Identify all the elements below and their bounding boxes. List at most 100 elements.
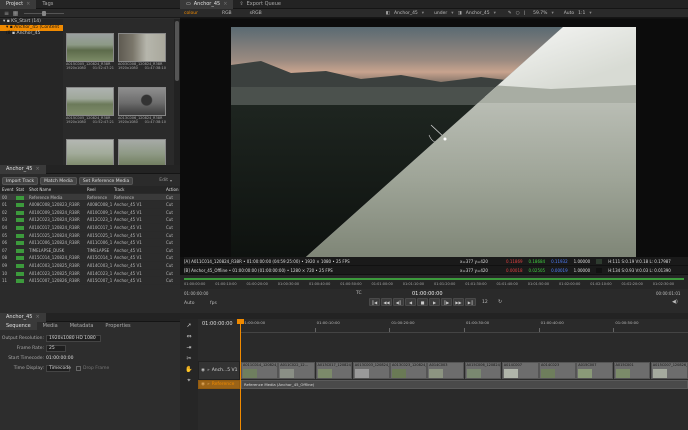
go-to-start-icon[interactable]: ┃◀ bbox=[369, 298, 380, 306]
tab-metadata[interactable]: Metadata bbox=[64, 322, 100, 330]
loop-icon[interactable]: ↻ bbox=[498, 299, 502, 305]
close-icon[interactable]: × bbox=[35, 165, 39, 174]
vertical-bar-icon[interactable]: | bbox=[524, 11, 526, 16]
playback-auto-select[interactable]: Auto bbox=[184, 301, 194, 306]
set-reference-media-button[interactable]: Set Reference Media bbox=[78, 176, 134, 185]
chevron-down-icon[interactable]: ▾ bbox=[589, 11, 591, 16]
circle-icon[interactable]: ○ bbox=[516, 11, 520, 16]
slider-handle[interactable] bbox=[42, 11, 46, 16]
tab-sequence-anchor-45[interactable]: Anchor_45 × bbox=[0, 312, 46, 322]
timeline-tc-readout[interactable]: 01:00:00:00 bbox=[202, 321, 233, 327]
table-row[interactable]: 00 Reference Media Reference Reference Cut bbox=[0, 193, 180, 202]
close-icon[interactable]: × bbox=[35, 313, 39, 322]
timeline-clip[interactable]: A011C022_12... bbox=[278, 362, 315, 379]
tab-sequence[interactable]: Sequence bbox=[0, 322, 37, 330]
tab-tags[interactable]: Tags bbox=[36, 0, 59, 9]
drop-frame-checkbox[interactable] bbox=[76, 365, 81, 371]
playhead-handle[interactable] bbox=[237, 319, 244, 324]
rewind-icon[interactable]: ◀◀ bbox=[381, 298, 392, 306]
reference-clip[interactable]: Reference Media (Anchor_45_Offline) bbox=[241, 380, 688, 389]
output-resolution-select[interactable]: 1920x1080 HD 1080 bbox=[46, 334, 101, 342]
ripple-tool-icon[interactable]: ⇥ bbox=[186, 344, 191, 351]
ratio-select[interactable]: 1:1 bbox=[578, 11, 585, 16]
frame-rate-select[interactable]: 25 bbox=[46, 344, 66, 352]
razor-tool-icon[interactable]: ✂ bbox=[186, 355, 191, 362]
thumbnail-item[interactable]: A003C008_120824_R38R 1920x1080 01:47:38:… bbox=[118, 33, 166, 82]
timeline-clip[interactable]: A015C007_120826_R38R bbox=[650, 362, 688, 379]
expand-icon[interactable]: » bbox=[207, 368, 210, 373]
tab-properties[interactable]: Properties bbox=[99, 322, 136, 330]
fast-forward-icon[interactable]: ▶▶ bbox=[453, 298, 464, 306]
timeline-clip[interactable]: A013C023_120824_R38R bbox=[390, 362, 427, 379]
current-tc[interactable]: 01:00:00:00 bbox=[412, 291, 443, 297]
timeline-clip[interactable]: A015C006_120824_R38 bbox=[464, 362, 502, 379]
snap-icon[interactable]: ⌖ bbox=[187, 377, 190, 385]
rgb-button[interactable]: RGB bbox=[222, 11, 232, 16]
scrollbar-thumb[interactable] bbox=[175, 21, 179, 81]
table-row[interactable]: 02 A010C009_120824_R38R A010C009_120824Anc… bbox=[0, 209, 180, 217]
timeline-ruler[interactable]: 01:00:00:00 01:00:10:00 01:00:20:00 01:00:3… bbox=[240, 319, 688, 333]
tab-media[interactable]: Media bbox=[37, 322, 64, 330]
track-header-v1[interactable]: ◉ » Anch...5 V1 bbox=[198, 361, 240, 380]
close-icon[interactable]: × bbox=[223, 0, 227, 9]
table-row[interactable]: 10 A014C023_120825_R38R A014C023_120825Anc… bbox=[0, 270, 180, 278]
chevron-down-icon[interactable]: ▾ bbox=[422, 11, 424, 16]
source-a-select[interactable]: Anchor_45 bbox=[394, 11, 418, 16]
start-timecode-field[interactable]: 01:00:00:00 bbox=[46, 356, 73, 361]
table-row[interactable]: 08 A015C014_120824_R38R A015C014_120824Anc… bbox=[0, 254, 180, 262]
select-tool-icon[interactable]: ➚ bbox=[186, 322, 191, 329]
thumbnail-item[interactable]: A013C006_120824_R38R 1920x1080 01:47:38:… bbox=[118, 87, 166, 136]
timeline-clip[interactable]: A013C003_120824_R38R bbox=[352, 362, 390, 379]
tab-viewer-anchor-45[interactable]: ▭ Anchor_45 × bbox=[180, 0, 234, 9]
viewer-scrub-bar[interactable]: 01:00:00:00 01:00:10:00 01:00:20:00 01:00:3… bbox=[180, 275, 688, 289]
chevron-down-icon[interactable]: ▾ bbox=[551, 11, 553, 16]
tab-project[interactable]: Project × bbox=[0, 0, 37, 9]
thumbnail-item[interactable]: A015C005_120824_R38R 1920x1080 01:52:47:… bbox=[66, 87, 114, 136]
play-icon[interactable]: ▶ bbox=[429, 298, 440, 306]
stop-icon[interactable]: ■ bbox=[417, 298, 428, 306]
table-row[interactable]: 03 A012C023_120824_R38R A012C023_120824Anc… bbox=[0, 216, 180, 224]
zoom-value[interactable]: 59.7% bbox=[533, 11, 547, 16]
grid-view-icon[interactable]: ▦ bbox=[12, 10, 19, 17]
volume-icon[interactable]: ◀) bbox=[672, 299, 678, 305]
timeline-clip[interactable]: A013C017_120824_R38R bbox=[315, 362, 353, 379]
table-row[interactable]: 06 A011C006_120824_R38R A011C006_120824Anc… bbox=[0, 239, 180, 247]
tab-anchor-45[interactable]: Anchor_45 × bbox=[0, 164, 46, 174]
colorspace-select[interactable]: sRGB bbox=[250, 11, 262, 16]
go-to-end-icon[interactable]: ▶┃ bbox=[465, 298, 476, 306]
timeline-clip[interactable]: A014C007 bbox=[501, 362, 539, 379]
time-display-select[interactable]: Timecode bbox=[46, 364, 71, 372]
edit-menu-chevron-icon[interactable]: ▾ bbox=[170, 178, 172, 183]
timeline-clip[interactable]: A015C001 bbox=[613, 362, 651, 379]
eye-icon[interactable]: ◉ bbox=[201, 368, 205, 373]
table-row[interactable]: 04 A010C017_120824_R38R A010C017_120824Anc… bbox=[0, 224, 180, 232]
colour-button[interactable]: colour bbox=[184, 11, 198, 16]
chevron-down-icon[interactable]: ▾ bbox=[451, 11, 453, 16]
play-reverse-icon[interactable]: ◀ bbox=[405, 298, 416, 306]
match-media-button[interactable]: Match Media bbox=[40, 176, 77, 185]
step-value[interactable]: 12 bbox=[482, 300, 488, 305]
timeline-clip[interactable]: A011C014_120824_R38R bbox=[241, 362, 278, 379]
auto-select[interactable]: Auto bbox=[564, 11, 574, 16]
table-row[interactable]: 09 A014C003_120825_R38R A014C003_120825Anc… bbox=[0, 262, 180, 270]
timeline-clip[interactable]: A015C007 bbox=[576, 362, 613, 379]
hand-tool-icon[interactable]: ✋ bbox=[185, 366, 192, 373]
compare-icon[interactable]: ◧ bbox=[386, 11, 390, 16]
table-row[interactable]: 07 TIMELAPSE_DUSK TIMELAPSE Anchor_45 V1 Cut bbox=[0, 247, 180, 255]
timeline-clip[interactable]: A014C003 bbox=[427, 362, 464, 379]
import-track-button[interactable]: Import Track bbox=[2, 176, 39, 185]
table-row[interactable]: 01 A008C008_120823_R38R A008C008_120823Anc… bbox=[0, 201, 180, 209]
wipe-mode-select[interactable]: under bbox=[434, 11, 447, 16]
slip-tool-icon[interactable]: ⇔ bbox=[186, 333, 191, 340]
close-icon[interactable]: × bbox=[26, 0, 30, 9]
table-row[interactable]: 11 A015C007_120826_R38R A015C007_120826Anc… bbox=[0, 277, 180, 285]
source-b-select[interactable]: Anchor_45 bbox=[466, 11, 490, 16]
previous-frame-icon[interactable]: ◀┃ bbox=[393, 298, 404, 306]
thumbnail-item[interactable]: A015C005_120824_R38R 1920x1080 01:52:47:… bbox=[66, 33, 114, 82]
tab-export-queue[interactable]: ⇪ Export Queue bbox=[233, 0, 287, 9]
pen-icon[interactable]: ✎ bbox=[508, 11, 512, 16]
viewer-canvas[interactable] bbox=[180, 19, 688, 257]
timeline-clip[interactable]: A014C023 bbox=[539, 362, 576, 379]
list-view-icon[interactable]: ≡ bbox=[3, 10, 10, 17]
source-b-icon[interactable]: ◨ bbox=[458, 11, 462, 16]
